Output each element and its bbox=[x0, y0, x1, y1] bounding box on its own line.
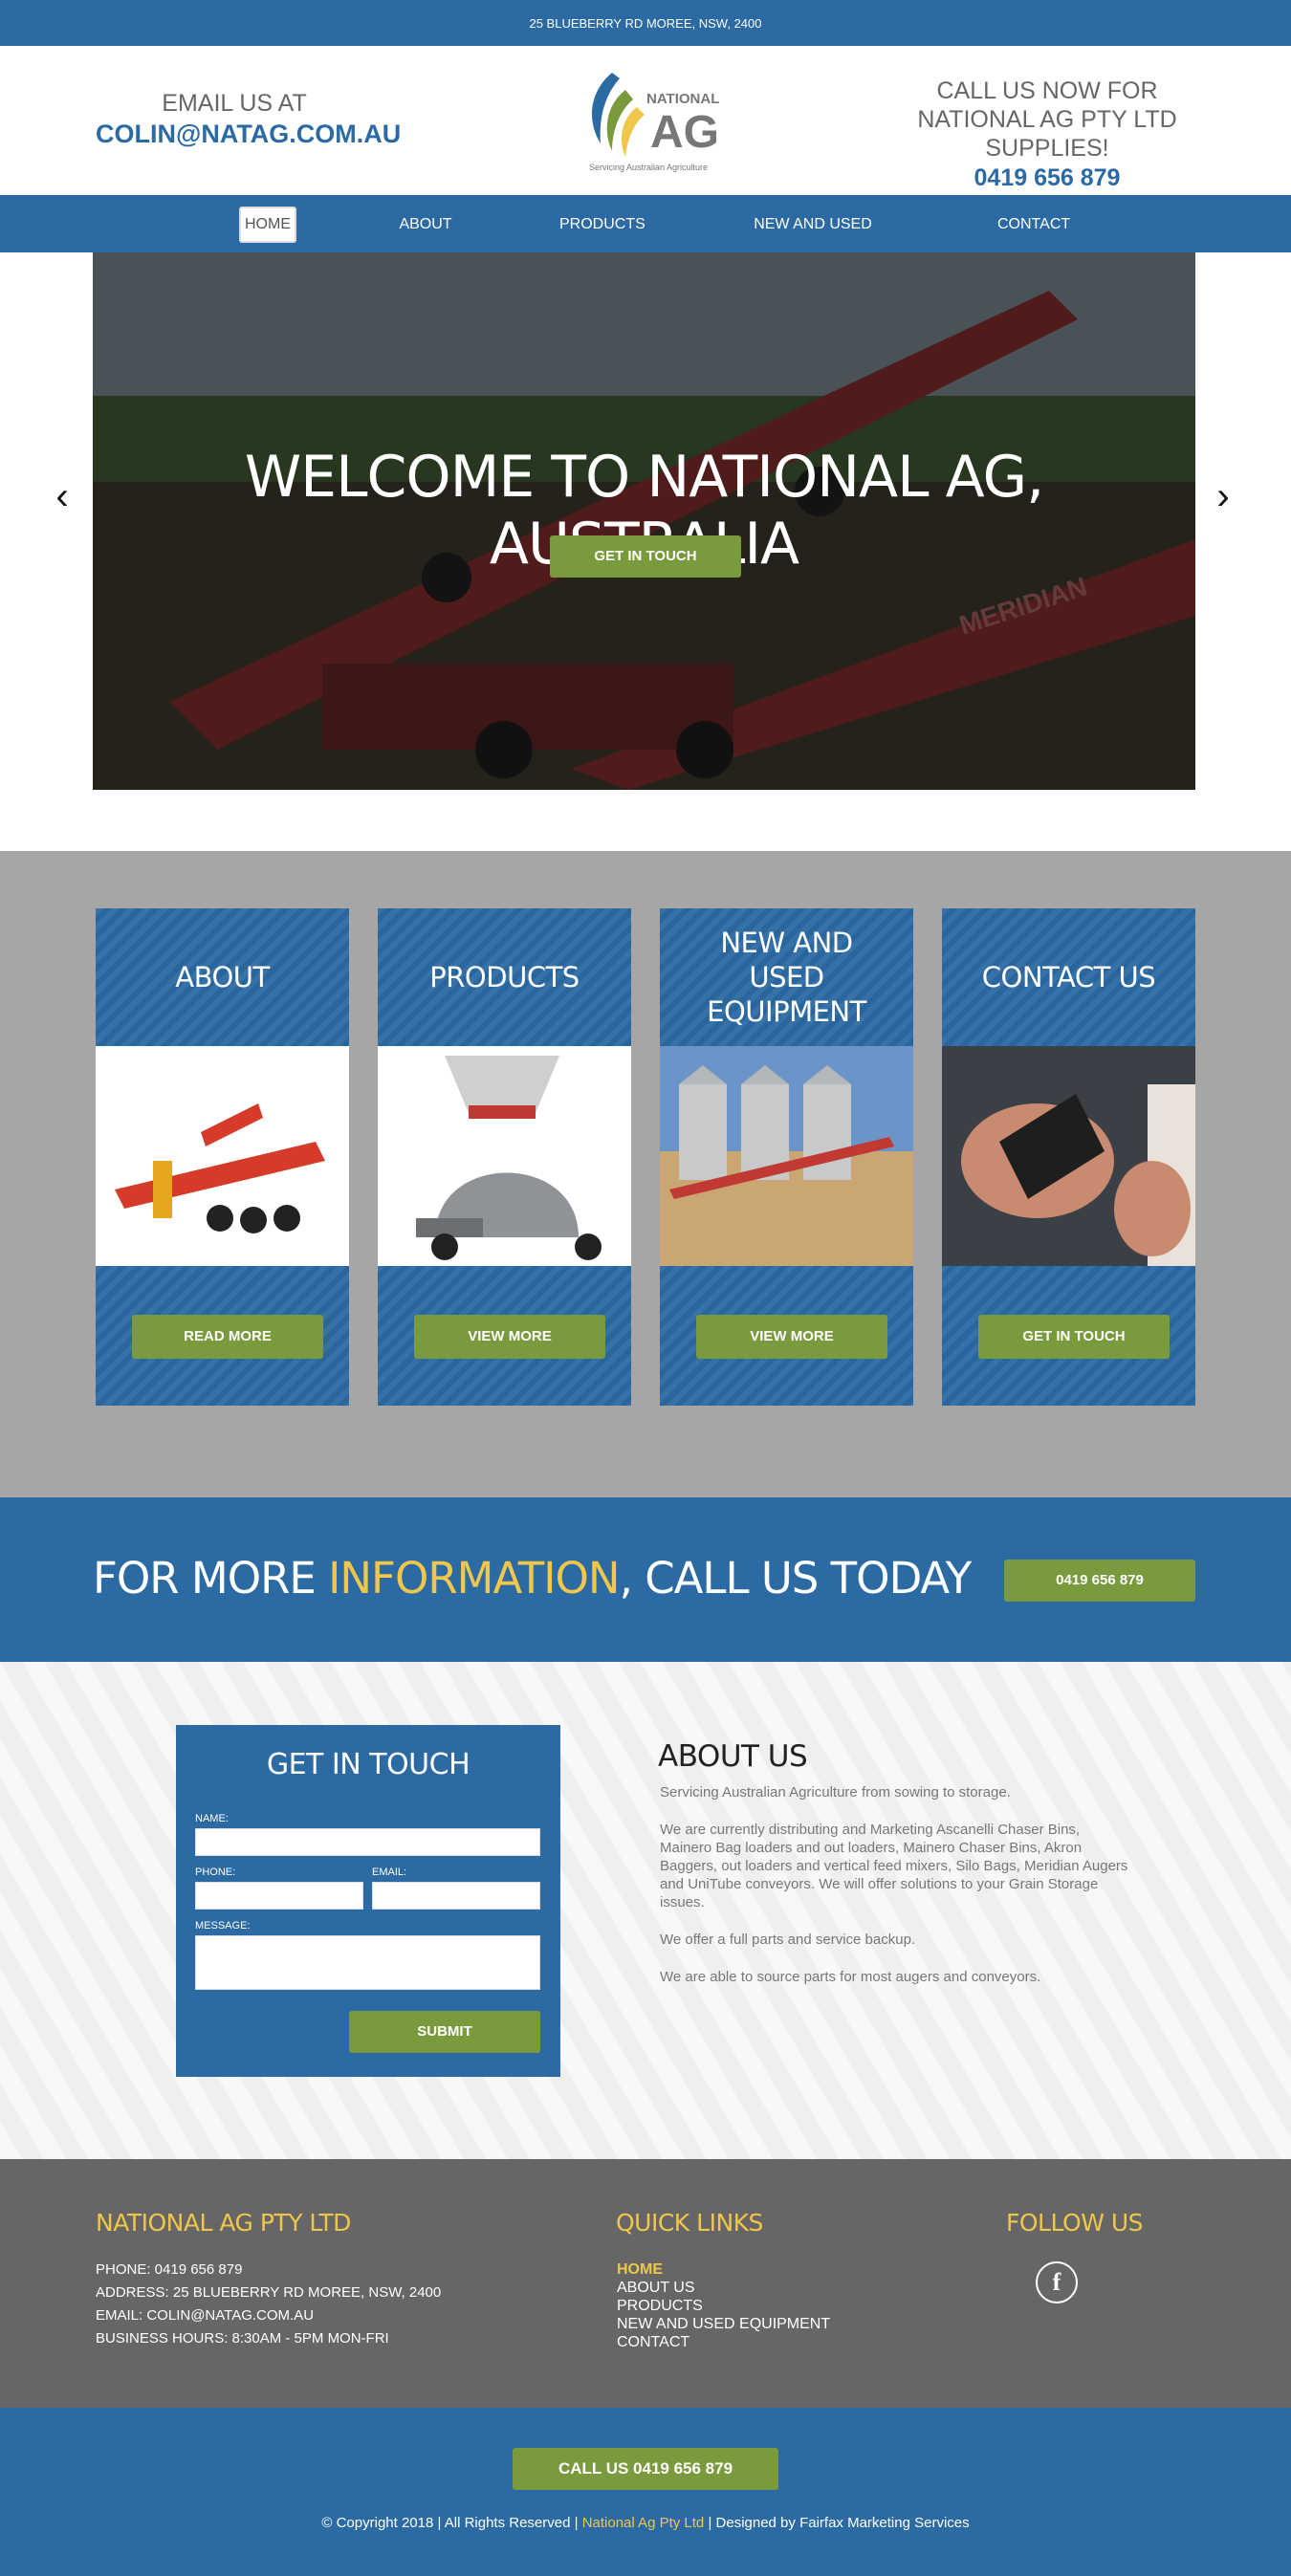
service-cards-section: ABOUT READ MORE PRODUCTS VIEW MORE NEW A… bbox=[0, 851, 1291, 1497]
submit-button[interactable]: SUBMIT bbox=[349, 2011, 540, 2053]
about-us-block: ABOUT US Servicing Australian Agricultur… bbox=[658, 1739, 1128, 2005]
call-block: CALL US NOW FOR NATIONAL AG PTY LTD SUPP… bbox=[889, 76, 1205, 192]
card-image-silos bbox=[660, 1046, 913, 1266]
contact-form: GET IN TOUCH NAME: PHONE: EMAIL: MESSAGE… bbox=[176, 1725, 560, 2077]
cta-text-before: FOR MORE bbox=[93, 1553, 329, 1604]
view-more-button[interactable]: VIEW MORE bbox=[414, 1315, 605, 1359]
top-bar: 25 BLUEBERRY RD MOREE, NSW, 2400 bbox=[0, 0, 1291, 46]
card-title: CONTACT US bbox=[981, 961, 1156, 993]
contact-about-section: GET IN TOUCH NAME: PHONE: EMAIL: MESSAGE… bbox=[0, 1662, 1291, 2159]
about-paragraph-3: We offer a full parts and service backup… bbox=[660, 1932, 916, 1948]
quick-link-new-and-used-equipment[interactable]: NEW AND USED EQUIPMENT bbox=[617, 2315, 830, 2333]
hero-slider: ‹ MERIDIAN WELCOME TO NATIONAL AG, AUSTR… bbox=[0, 252, 1291, 851]
address-text: 25 BLUEBERRY RD MOREE, NSW, 2400 bbox=[529, 15, 762, 31]
card-products: PRODUCTS VIEW MORE bbox=[378, 908, 631, 1406]
phone-field[interactable] bbox=[195, 1882, 363, 1910]
slider-next-icon[interactable]: › bbox=[1209, 472, 1237, 520]
site-logo[interactable]: NATIONAL AG Servicing Australian Agricul… bbox=[574, 61, 727, 176]
copyright-suffix: | Designed by Fairfax Marketing Services bbox=[704, 2515, 970, 2531]
footer-hours: BUSINESS HOURS: 8:30AM - 5PM MON-FRI bbox=[96, 2330, 389, 2347]
footer-phone[interactable]: PHONE: 0419 656 879 bbox=[96, 2259, 441, 2281]
email-label: EMAIL: bbox=[372, 1867, 407, 1878]
quick-link-home[interactable]: HOME bbox=[617, 2260, 830, 2279]
email-label: EMAIL US AT bbox=[162, 90, 307, 117]
site-header: EMAIL US AT COLIN@NATAG.COM.AU NATIONAL … bbox=[0, 46, 1291, 195]
nav-item-new-and-used-equipment[interactable]: NEW AND USED EQUIPMENT bbox=[722, 207, 904, 269]
card-title: PRODUCTS bbox=[429, 961, 580, 993]
footer-follow-heading: FOLLOW US bbox=[1006, 2209, 1144, 2237]
cta-text-after: , CALL US TODAY bbox=[619, 1553, 973, 1604]
email-block: EMAIL US AT COLIN@NATAG.COM.AU bbox=[96, 90, 401, 149]
header-phone-link[interactable]: 0419 656 879 bbox=[889, 164, 1205, 192]
card-image-bagger bbox=[378, 1046, 631, 1266]
phone-label: PHONE: bbox=[195, 1867, 236, 1878]
copyright-text: © Copyright 2018 | All Rights Reserved |… bbox=[0, 2515, 1291, 2531]
email-link[interactable]: COLIN@NATAG.COM.AU bbox=[96, 120, 401, 149]
bottom-call-button[interactable]: CALL US 0419 656 879 bbox=[513, 2448, 778, 2490]
hero-get-in-touch-button[interactable]: GET IN TOUCH bbox=[550, 535, 741, 578]
call-line-1: CALL US NOW FOR bbox=[936, 77, 1158, 104]
card-new-and-used-equipment: NEW AND USED EQUIPMENT VIEW MORE bbox=[660, 908, 913, 1406]
cta-text: FOR MORE INFORMATION, CALL US TODAY bbox=[93, 1553, 973, 1604]
footer-company-heading: NATIONAL AG PTY LTD bbox=[96, 2209, 351, 2237]
nav-item-products[interactable]: PRODUCTS bbox=[548, 207, 646, 243]
logo-text-ag: AG bbox=[650, 107, 719, 158]
view-more-button[interactable]: VIEW MORE bbox=[696, 1315, 887, 1359]
get-in-touch-button[interactable]: GET IN TOUCH bbox=[978, 1315, 1170, 1359]
cta-phone-button[interactable]: 0419 656 879 bbox=[1004, 1560, 1195, 1602]
read-more-button[interactable]: READ MORE bbox=[132, 1315, 323, 1359]
logo-tagline: Servicing Australian Agriculture bbox=[589, 163, 708, 172]
card-title: NEW AND USED EQUIPMENT bbox=[707, 927, 866, 1028]
footer-contact-details: PHONE: 0419 656 879 ADDRESS: 25 BLUEBERR… bbox=[96, 2259, 441, 2350]
card-contact-us: CONTACT US GET IN TOUCH bbox=[942, 908, 1195, 1406]
about-paragraph-4: We are able to source parts for most aug… bbox=[660, 1969, 1041, 1985]
bottom-bar: CALL US 0419 656 879 © Copyright 2018 | … bbox=[0, 2408, 1291, 2576]
card-about: ABOUT READ MORE bbox=[96, 908, 349, 1406]
call-line-2: NATIONAL AG PTY LTD SUPPLIES! bbox=[917, 106, 1177, 162]
facebook-icon[interactable]: f bbox=[1036, 2261, 1078, 2303]
quick-link-products[interactable]: PRODUCTS bbox=[617, 2297, 830, 2315]
slider-prev-icon[interactable]: ‹ bbox=[48, 472, 77, 520]
quick-link-about-us[interactable]: ABOUT US bbox=[617, 2279, 830, 2297]
card-image-chaser-bin bbox=[96, 1046, 349, 1266]
card-image-phone bbox=[942, 1046, 1195, 1266]
email-field[interactable] bbox=[372, 1882, 540, 1910]
message-label: MESSAGE: bbox=[195, 1920, 251, 1932]
name-field[interactable] bbox=[195, 1828, 540, 1856]
footer-quick-links-heading: QUICK LINKS bbox=[616, 2209, 763, 2237]
hero-slide: MERIDIAN WELCOME TO NATIONAL AG, AUSTRAL… bbox=[93, 252, 1195, 790]
form-title: GET IN TOUCH bbox=[266, 1748, 470, 1781]
copyright-prefix: © Copyright 2018 | All Rights Reserved | bbox=[321, 2515, 582, 2531]
name-label: NAME: bbox=[195, 1813, 229, 1824]
main-nav: HOME ABOUT US PRODUCTS NEW AND USED EQUI… bbox=[0, 195, 1291, 269]
about-heading: ABOUT US bbox=[658, 1739, 808, 1774]
logo-mark-icon: NATIONAL AG Servicing Australian Agricul… bbox=[589, 73, 719, 172]
site-footer: NATIONAL AG PTY LTD PHONE: 0419 656 879 … bbox=[0, 2159, 1291, 2408]
cta-text-highlight: INFORMATION bbox=[328, 1553, 620, 1604]
nav-item-contact[interactable]: CONTACT bbox=[986, 207, 1070, 243]
footer-email[interactable]: EMAIL: COLIN@NATAG.COM.AU bbox=[96, 2304, 441, 2327]
card-title: ABOUT bbox=[175, 961, 270, 993]
message-field[interactable] bbox=[195, 1935, 540, 1990]
about-paragraph-2: We are currently distributing and Market… bbox=[660, 1822, 1128, 1910]
footer-quick-links: HOME ABOUT US PRODUCTS NEW AND USED EQUI… bbox=[617, 2260, 830, 2351]
nav-item-about-us[interactable]: ABOUT US bbox=[383, 207, 469, 269]
cta-band: FOR MORE INFORMATION, CALL US TODAY 0419… bbox=[0, 1497, 1291, 1662]
quick-link-contact[interactable]: CONTACT bbox=[617, 2333, 830, 2351]
logo-text-national: NATIONAL bbox=[646, 91, 719, 107]
copyright-company-link[interactable]: National Ag Pty Ltd bbox=[582, 2515, 705, 2531]
about-paragraph-1: Servicing Australian Agriculture from so… bbox=[660, 1784, 1011, 1801]
nav-item-home[interactable]: HOME bbox=[239, 207, 296, 243]
footer-address: ADDRESS: 25 BLUEBERRY RD MOREE, NSW, 240… bbox=[96, 2284, 442, 2301]
